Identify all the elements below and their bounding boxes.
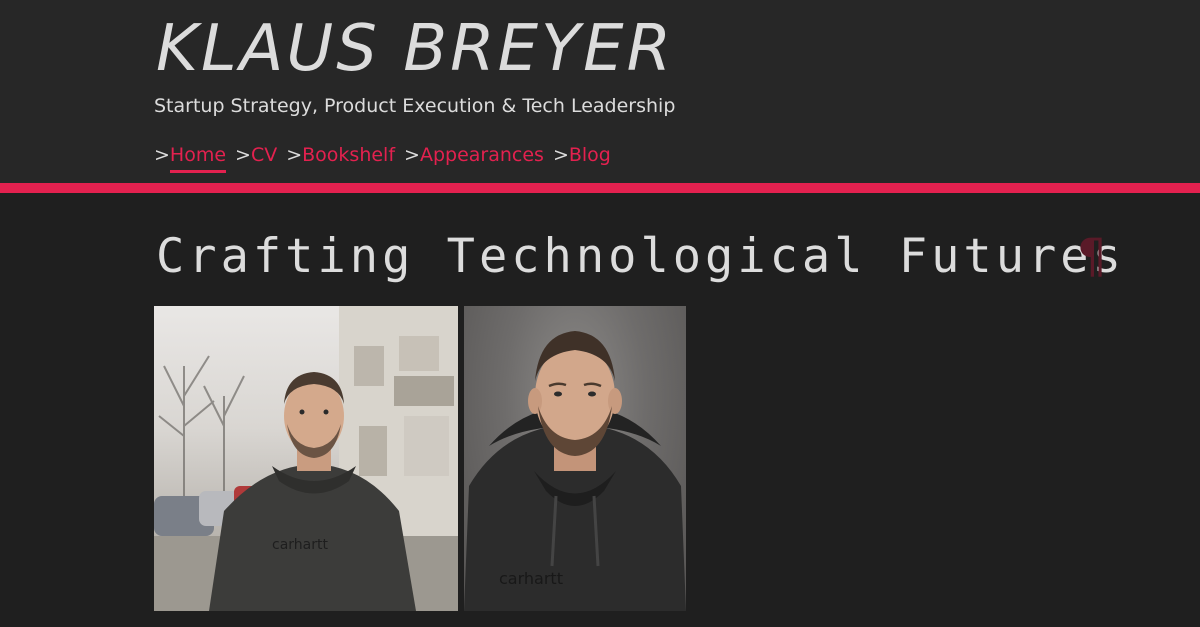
nav-link-bookshelf[interactable]: Bookshelf	[302, 142, 395, 168]
nav-item-blog: > Blog	[553, 142, 611, 168]
site-header: KLAUS BREYER Startup Strategy, Product E…	[0, 0, 1200, 183]
site-tagline: Startup Strategy, Product Execution & Te…	[154, 95, 676, 117]
nav-link-appearances[interactable]: Appearances	[420, 142, 544, 168]
nav-item-appearances: > Appearances	[404, 142, 544, 168]
nav-prefix: >	[286, 144, 303, 166]
nav-link-cv[interactable]: CV	[251, 142, 277, 168]
nav-item-cv: > CV	[235, 142, 277, 168]
nav-prefix: >	[404, 144, 420, 166]
page: KLAUS BREYER Startup Strategy, Product E…	[0, 0, 1200, 627]
svg-text:carhartt: carhartt	[499, 569, 563, 588]
nav-link-home[interactable]: Home	[169, 142, 227, 173]
nav-link-blog[interactable]: Blog	[569, 142, 611, 168]
portrait-photo-closeup-image: carhartt	[464, 331, 686, 611]
portrait-photo-street-image: carhartt	[154, 306, 458, 611]
site-title[interactable]: KLAUS BREYER	[156, 8, 674, 90]
nav-prefix: >	[235, 144, 251, 166]
nav-prefix: >	[154, 144, 170, 166]
heading-anchor-link[interactable]: ¶	[1078, 226, 1106, 288]
nav-item-bookshelf: > Bookshelf	[286, 142, 395, 168]
portrait-photo-street: carhartt	[154, 306, 458, 611]
nav-prefix: >	[552, 144, 569, 166]
main-navigation: > Home > CV > Bookshelf > Appearances > …	[154, 142, 620, 173]
page-heading: Crafting Technological Futures	[156, 229, 1125, 284]
portrait-photo-closeup: carhartt	[464, 306, 686, 611]
nav-item-home: > Home	[154, 142, 227, 173]
header-accent-bar	[0, 183, 1200, 193]
svg-text:carhartt: carhartt	[272, 537, 328, 553]
